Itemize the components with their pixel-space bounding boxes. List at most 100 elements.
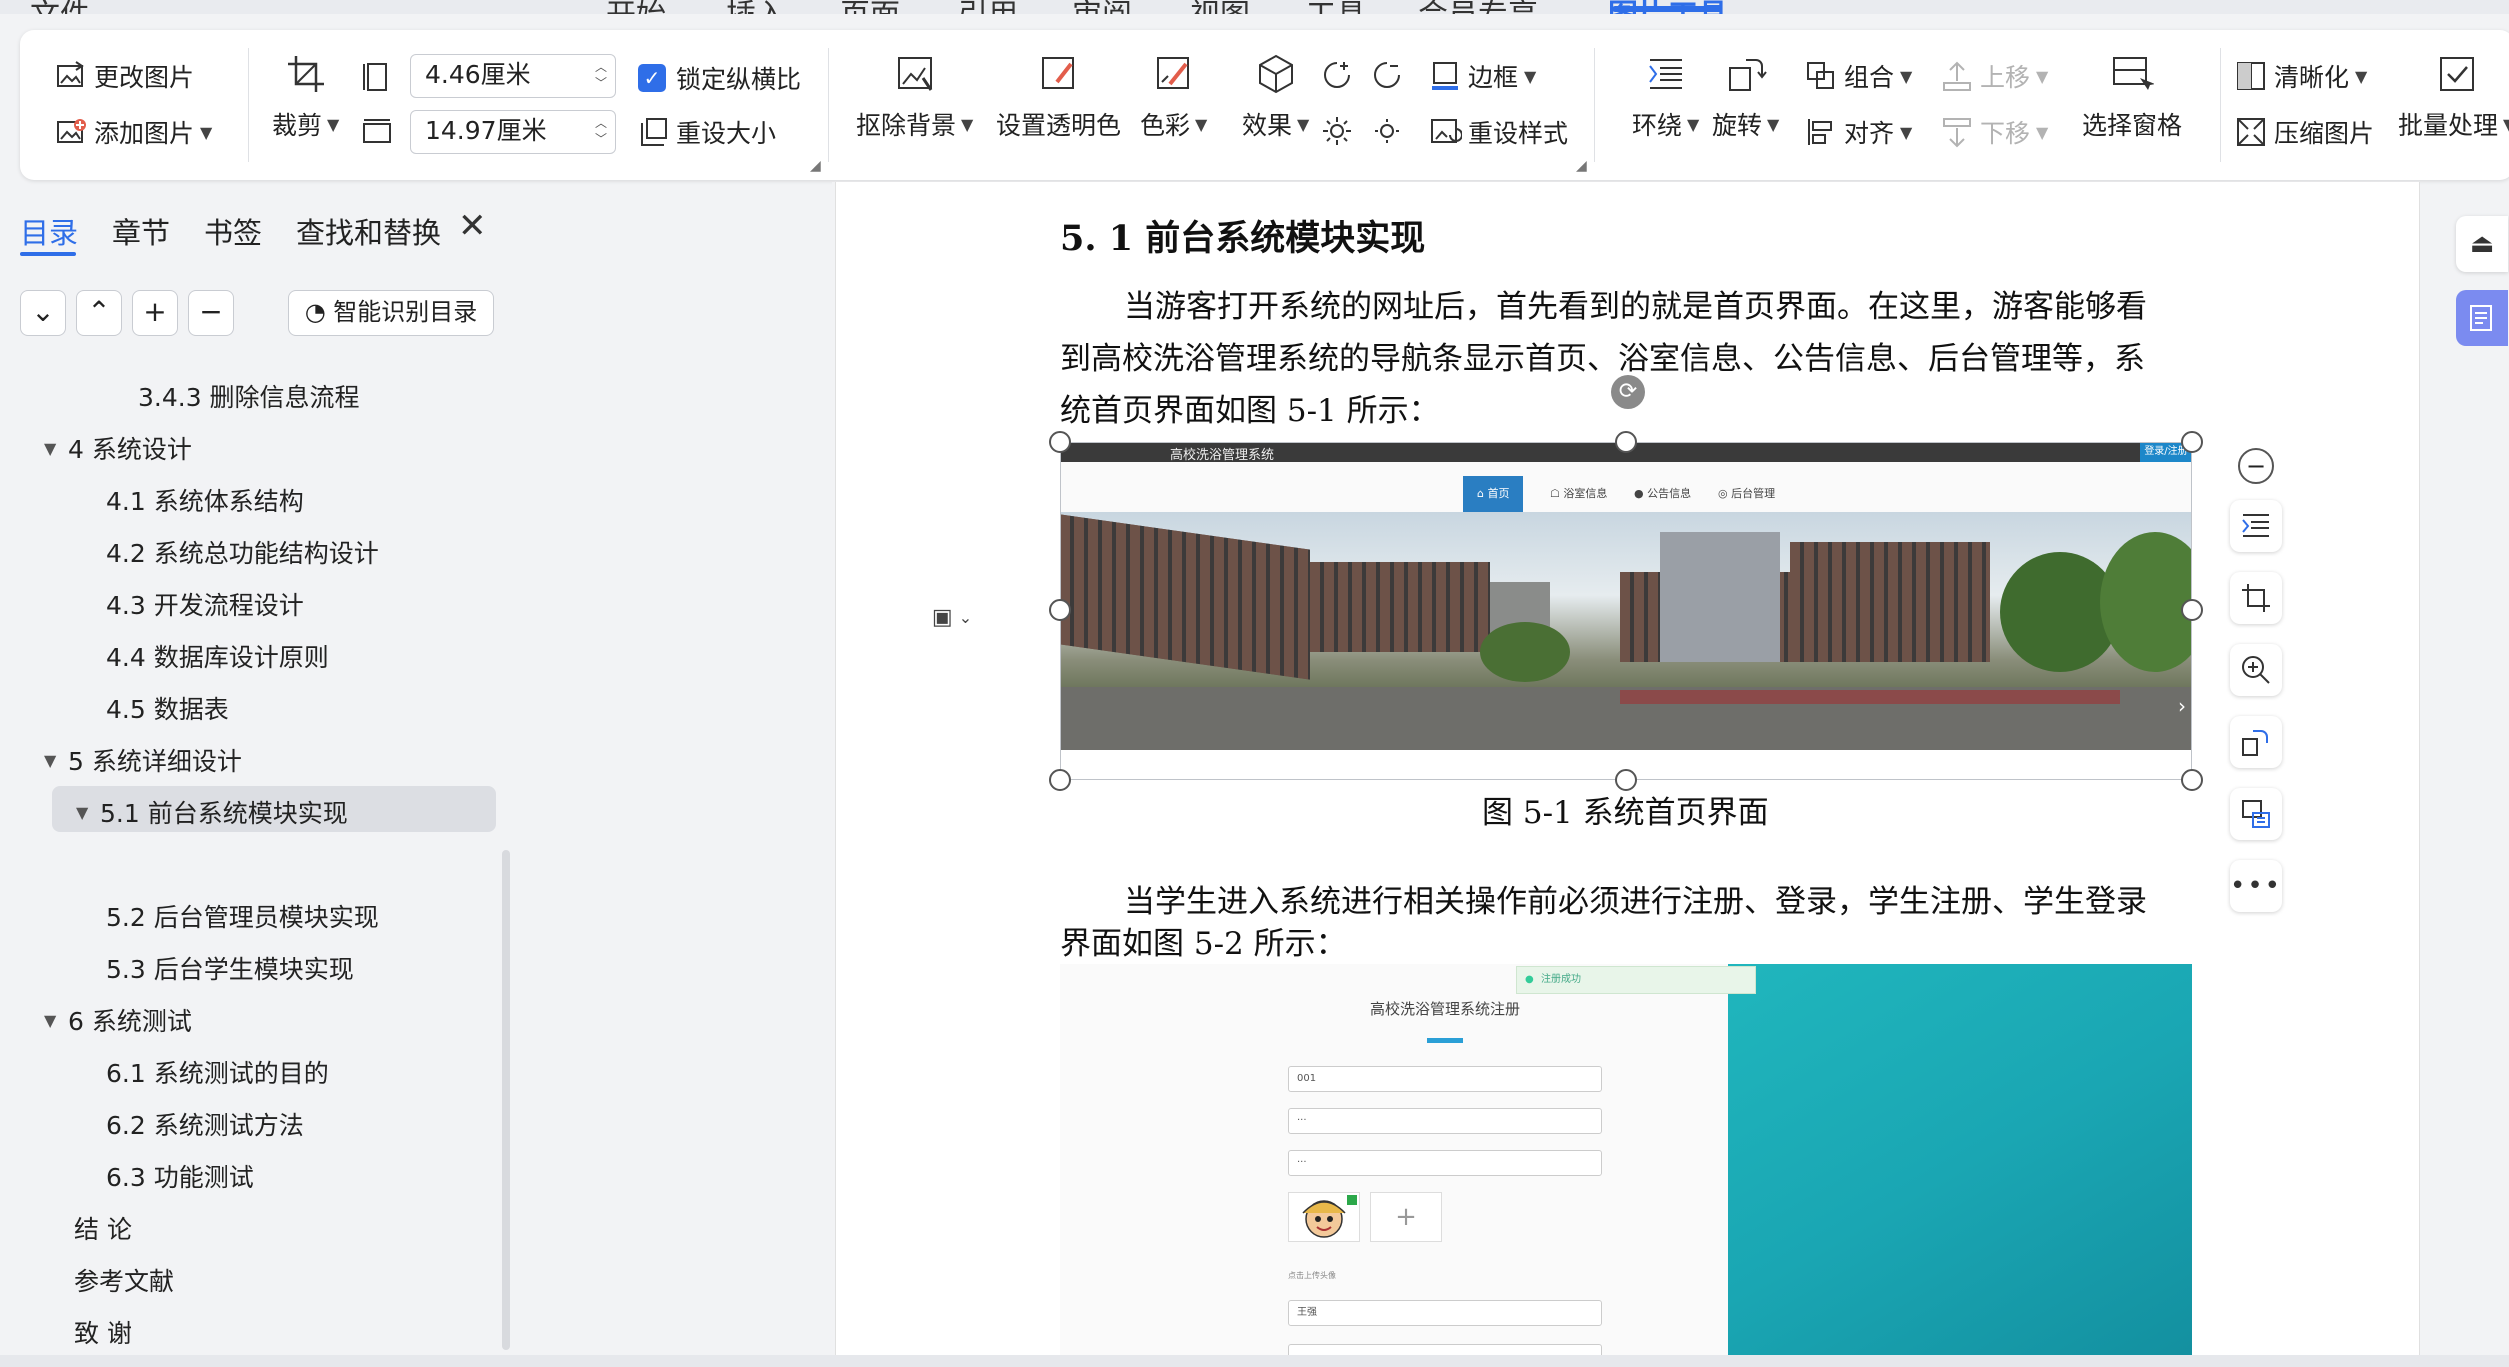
- selection-pane-button[interactable]: 选择窗格: [2082, 52, 2182, 142]
- expand-triangle-icon[interactable]: ▼: [44, 1011, 68, 1030]
- set-transparent-button[interactable]: 设置透明色: [996, 52, 1121, 142]
- menu-tab-member[interactable]: 会员专享: [1418, 0, 1538, 14]
- rotate-button[interactable]: 旋转 ▼: [1712, 52, 1779, 142]
- nav-tab-toc[interactable]: 目录: [20, 210, 78, 252]
- compress-picture-button[interactable]: 压缩图片: [2234, 114, 2374, 150]
- spin-down-icon[interactable]: ﹀: [595, 133, 607, 145]
- brightness-up-icon[interactable]: [1320, 114, 1354, 148]
- toc-item[interactable]: 3.4.3 删除信息流程: [138, 378, 360, 414]
- send-backward-button[interactable]: 下移 ▼: [1940, 114, 2048, 150]
- toc-item[interactable]: 4.1 系统体系结构: [106, 482, 304, 518]
- expand-level-button[interactable]: ⌃: [76, 290, 122, 336]
- menu-tab-home[interactable]: 开始: [606, 0, 666, 14]
- resize-handle-top-left[interactable]: [1049, 431, 1071, 453]
- dialog-launcher-icon[interactable]: ◢: [810, 158, 821, 174]
- float-wrap-button[interactable]: [2230, 500, 2282, 552]
- resize-handle-bottom-right[interactable]: [2181, 769, 2203, 791]
- paragraph-line[interactable]: 统首页界面如图 5-1 所示：: [1060, 385, 1440, 437]
- expand-triangle-icon[interactable]: ▼: [44, 439, 68, 458]
- collapse-toolbar-button[interactable]: −: [2238, 448, 2274, 484]
- smart-toc-button[interactable]: ◔ 智能识别目录: [288, 290, 494, 336]
- contrast-down-icon[interactable]: [1370, 58, 1404, 92]
- register-screenshot-image[interactable]: 高校洗浴管理系统注册 001 ··· ··· + 点击上传头像 王强 ● 注册成功: [1060, 964, 2192, 1367]
- float-image-to-text-button[interactable]: [2230, 788, 2282, 840]
- float-crop-button[interactable]: [2230, 572, 2282, 624]
- section-heading[interactable]: 5. 1 前台系统模块实现: [1060, 210, 1425, 261]
- float-rotate-button[interactable]: [2230, 716, 2282, 768]
- crop-button[interactable]: 裁剪 ▼: [272, 52, 339, 142]
- menu-tab-review[interactable]: 审阅: [1072, 0, 1132, 14]
- resize-handle-top-right[interactable]: [2181, 431, 2203, 453]
- width-input[interactable]: 4.46厘米 ︿ ﹀: [410, 54, 616, 98]
- spin-up-icon[interactable]: ︿: [595, 61, 607, 73]
- change-picture-button[interactable]: 更改图片: [54, 58, 194, 94]
- side-pane-document-button[interactable]: [2456, 290, 2508, 346]
- align-button[interactable]: 对齐 ▼: [1804, 114, 1912, 150]
- layout-options-button[interactable]: ▣ ⌄: [912, 592, 992, 642]
- float-zoom-button[interactable]: [2230, 644, 2282, 696]
- remove-heading-button[interactable]: −: [188, 290, 234, 336]
- toc-item[interactable]: 4.2 系统总功能结构设计: [106, 534, 379, 570]
- toc-item[interactable]: 结 论: [74, 1210, 132, 1246]
- figure-caption[interactable]: 图 5-1 系统首页界面: [1482, 787, 1769, 832]
- toc-item[interactable]: 6.1 系统测试的目的: [106, 1054, 329, 1090]
- toc-item[interactable]: 4.3 开发流程设计: [106, 586, 304, 622]
- wrap-button[interactable]: 环绕 ▼: [1632, 52, 1699, 142]
- resize-handle-bottom-left[interactable]: [1049, 769, 1071, 791]
- height-input[interactable]: 14.97厘米 ︿ ﹀: [410, 110, 616, 154]
- close-icon[interactable]: ✕: [458, 206, 487, 246]
- paragraph-line[interactable]: 到高校洗浴管理系统的导航条显示首页、浴室信息、公告信息、后台管理等，系: [1060, 333, 2145, 385]
- menu-tab-view[interactable]: 视图: [1190, 0, 1250, 14]
- color-button[interactable]: 色彩 ▼: [1140, 52, 1207, 142]
- nav-scrollbar[interactable]: [502, 850, 510, 1350]
- toc-item[interactable]: 致 谢: [74, 1314, 132, 1350]
- lock-aspect-checkbox[interactable]: ✓ 锁定纵横比: [638, 60, 801, 96]
- resize-handle-right[interactable]: [2181, 599, 2203, 621]
- expand-triangle-icon[interactable]: ▼: [44, 751, 68, 770]
- batch-process-button[interactable]: 批量处理▼: [2398, 52, 2509, 142]
- spin-up-icon[interactable]: ︿: [595, 117, 607, 129]
- toc-item-selected[interactable]: ▼ 5.1 前台系统模块实现: [76, 794, 348, 830]
- toc-item[interactable]: ▼ 5 系统详细设计: [44, 742, 242, 778]
- nav-tab-find-replace[interactable]: 查找和替换: [296, 210, 441, 252]
- remove-background-button[interactable]: 抠除背景 ▼: [856, 52, 973, 142]
- float-more-button[interactable]: •••: [2230, 860, 2282, 912]
- resize-handle-left[interactable]: [1049, 599, 1071, 621]
- resize-handle-top[interactable]: [1615, 431, 1637, 453]
- reset-size-button[interactable]: 重设大小: [636, 114, 776, 150]
- toc-item[interactable]: ▼ 4 系统设计: [44, 430, 192, 466]
- spin-down-icon[interactable]: ﹀: [595, 77, 607, 89]
- paragraph-line[interactable]: 界面如图 5-2 所示：: [1060, 918, 1347, 970]
- toc-item[interactable]: 5.3 后台学生模块实现: [106, 950, 354, 986]
- reset-style-button[interactable]: 重设样式: [1428, 114, 1568, 150]
- nav-tab-bookmarks[interactable]: 书签: [204, 210, 262, 252]
- menu-tab-insert[interactable]: 插入: [726, 0, 786, 14]
- toc-item[interactable]: ▼ 6 系统测试: [44, 1002, 192, 1038]
- border-button[interactable]: 边框 ▼: [1428, 58, 1536, 94]
- menu-tab-page[interactable]: 页面: [840, 0, 900, 14]
- toc-item[interactable]: 6.2 系统测试方法: [106, 1106, 304, 1142]
- toc-item[interactable]: 5.2 后台管理员模块实现: [106, 898, 379, 934]
- toc-item[interactable]: 参考文献: [74, 1262, 174, 1298]
- homepage-screenshot-image[interactable]: 高校洗浴管理系统 登录/注册 ⌂ 首页 ☖ 浴室信息 ● 公告信息 ◎ 后台管理…: [1060, 442, 2192, 750]
- nav-tab-sections[interactable]: 章节: [112, 210, 170, 252]
- group-button[interactable]: 组合 ▼: [1804, 58, 1912, 94]
- sharpen-button[interactable]: 清晰化 ▼: [2234, 58, 2367, 94]
- bring-forward-button[interactable]: 上移 ▼: [1940, 58, 2048, 94]
- dialog-launcher-icon[interactable]: ◢: [1576, 158, 1587, 174]
- rotate-handle-icon[interactable]: ⟳: [1611, 375, 1645, 409]
- paragraph-line[interactable]: 当游客打开系统的网址后，首先看到的就是首页界面。在这里，游客能够看: [1124, 281, 2147, 333]
- menu-tab-reference[interactable]: 引用: [958, 0, 1018, 14]
- add-heading-button[interactable]: +: [132, 290, 178, 336]
- toc-item[interactable]: 4.4 数据库设计原则: [106, 638, 329, 674]
- effects-button[interactable]: 效果 ▼: [1242, 52, 1309, 142]
- brightness-down-icon[interactable]: [1370, 114, 1404, 148]
- add-picture-button[interactable]: 添加图片 ▼: [54, 114, 212, 150]
- side-pane-collapse-button[interactable]: ⏏: [2456, 216, 2508, 272]
- collapse-level-button[interactable]: ⌄: [20, 290, 66, 336]
- menu-tab-file[interactable]: 文件: [30, 0, 90, 14]
- toc-item[interactable]: 6.3 功能测试: [106, 1158, 254, 1194]
- menu-tab-tools[interactable]: 工具: [1306, 0, 1366, 14]
- contrast-up-icon[interactable]: [1320, 58, 1354, 92]
- toc-item[interactable]: 4.5 数据表: [106, 690, 229, 726]
